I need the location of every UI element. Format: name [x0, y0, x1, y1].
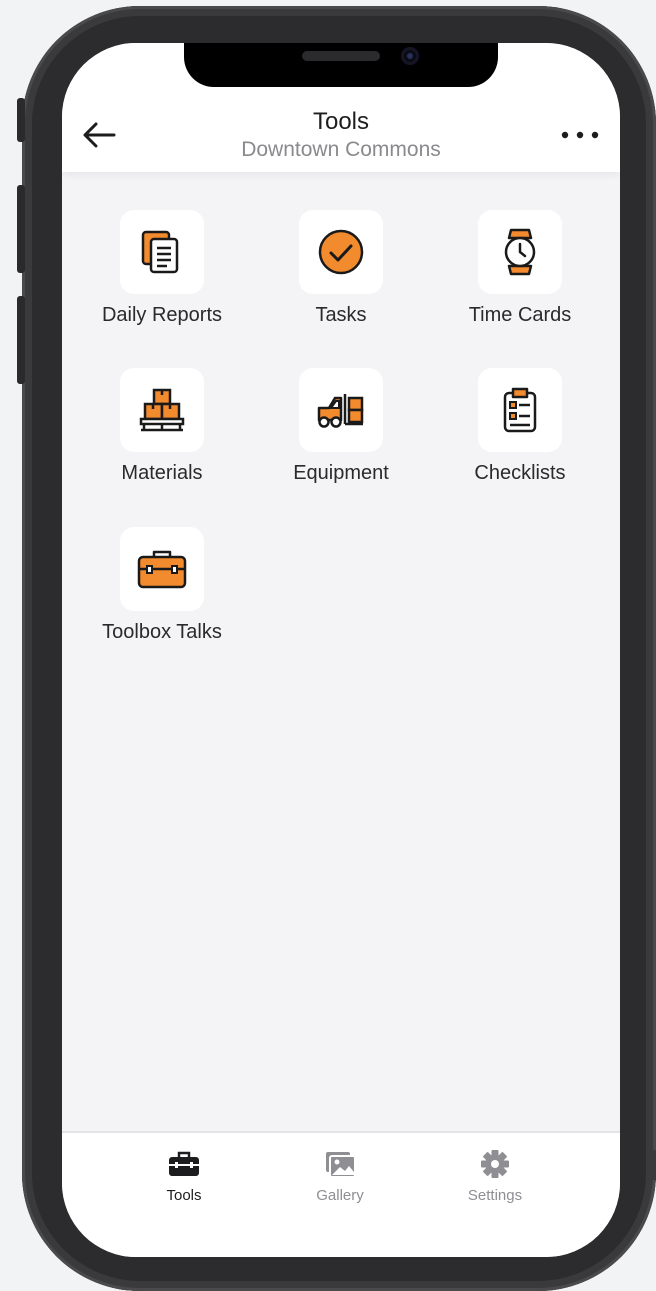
tool-tile — [120, 368, 204, 452]
tab-bar: Tools Gallery Settings — [62, 1131, 620, 1257]
tool-label: Materials — [121, 462, 203, 484]
page-title: Tools — [312, 108, 370, 135]
more-options-button[interactable] — [560, 123, 600, 147]
tab-settings[interactable]: Settings — [435, 1149, 555, 1209]
front-camera — [401, 47, 419, 65]
documents-icon — [141, 230, 179, 274]
tool-tile — [299, 368, 383, 452]
clipboard-list-icon — [503, 387, 537, 433]
speaker-grille — [302, 51, 380, 61]
tool-label: Tasks — [315, 304, 367, 326]
tool-tile — [478, 368, 562, 452]
tool-checklists[interactable]: Checklists — [430, 368, 610, 498]
tool-label: Equipment — [293, 462, 389, 484]
tool-tasks[interactable]: Tasks — [251, 210, 431, 340]
volume-up-button — [17, 185, 25, 273]
toolbox-icon — [169, 1151, 199, 1176]
wristwatch-icon — [504, 228, 536, 276]
tab-label: Tools — [166, 1187, 202, 1204]
tool-toolbox-talks[interactable]: Toolbox Talks — [72, 527, 252, 657]
power-button — [652, 1150, 656, 1180]
tool-label: Daily Reports — [101, 304, 223, 326]
toolbox-icon — [137, 550, 187, 589]
tool-materials[interactable]: Materials — [72, 368, 252, 498]
check-circle-icon — [318, 229, 364, 275]
volume-down-button — [17, 296, 25, 384]
tool-tile — [120, 527, 204, 611]
tool-equipment[interactable]: Equipment — [251, 368, 431, 498]
app-screen: Tools Downtown Commons Daily Reports Tas… — [62, 43, 620, 1257]
tool-time-cards[interactable]: Time Cards — [430, 210, 610, 340]
gear-icon — [481, 1150, 509, 1178]
tool-tile — [299, 210, 383, 294]
notch — [184, 43, 498, 87]
tool-tile — [478, 210, 562, 294]
tab-label: Gallery — [316, 1187, 364, 1204]
tool-tile — [120, 210, 204, 294]
more-horizontal-icon — [561, 131, 599, 139]
tool-label: Checklists — [474, 462, 566, 484]
tab-gallery[interactable]: Gallery — [280, 1149, 400, 1209]
tool-daily-reports[interactable]: Daily Reports — [72, 210, 252, 340]
forklift-icon — [317, 394, 364, 428]
mute-switch — [17, 98, 25, 142]
tab-tools[interactable]: Tools — [124, 1149, 244, 1209]
images-icon — [326, 1152, 356, 1178]
stacked-boxes-icon — [139, 388, 185, 432]
tool-label: Toolbox Talks — [102, 621, 222, 643]
tab-label: Settings — [467, 1187, 523, 1204]
project-name: Downtown Commons — [241, 138, 441, 161]
tool-label: Time Cards — [468, 304, 572, 326]
